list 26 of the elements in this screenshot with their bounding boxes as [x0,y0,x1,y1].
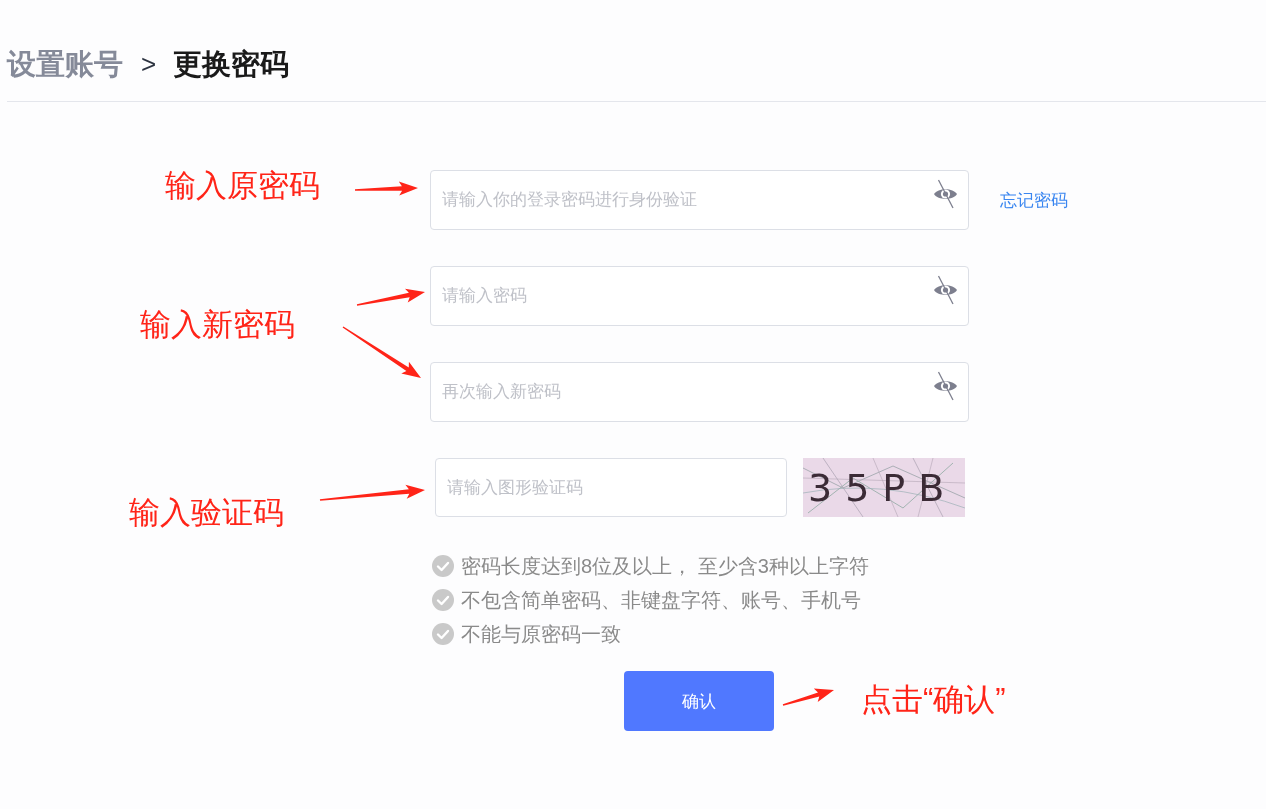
password-field[interactable]: 请输入密码 [430,266,969,326]
arrow-icon [355,181,418,196]
password-field[interactable]: 请输入你的登录密码进行身份验证 [430,170,969,230]
password-field[interactable]: 再次输入新密码 [430,362,969,422]
rule-text: 不包含简单密码、非键盘字符、账号、手机号 [461,587,861,613]
annotation-text: 点击“确认” [861,682,1006,718]
eye-slash-icon[interactable] [933,275,958,305]
captcha-field[interactable]: 请输入图形验证码 [435,458,787,517]
eye-slash-icon[interactable] [933,371,958,401]
forgot-password-link[interactable]: 忘记密码 [1000,188,1068,212]
confirm-button[interactable]: 确认 [624,671,774,731]
arrow-icon [342,326,421,378]
captcha-text: 35PB [807,468,958,507]
captcha-image[interactable]: 35PB [803,458,965,517]
rule-text: 密码长度达到8位及以上， 至少含3种以上字符 [461,553,869,579]
arrow-icon [782,688,834,706]
eye-slash-icon[interactable] [933,179,958,209]
breadcrumb-separator: > [141,48,157,81]
arrow-icon [319,484,425,501]
page-title: 更换密码 [173,47,290,82]
breadcrumb-link[interactable]: 设置账号 [7,46,123,82]
rule-text: 不能与原密码一致 [461,621,621,647]
annotation-text: 输入新密码 [140,307,295,343]
arrow-icon [356,288,425,306]
annotation-text: 输入原密码 [165,168,320,204]
annotation-text: 输入验证码 [129,495,284,531]
